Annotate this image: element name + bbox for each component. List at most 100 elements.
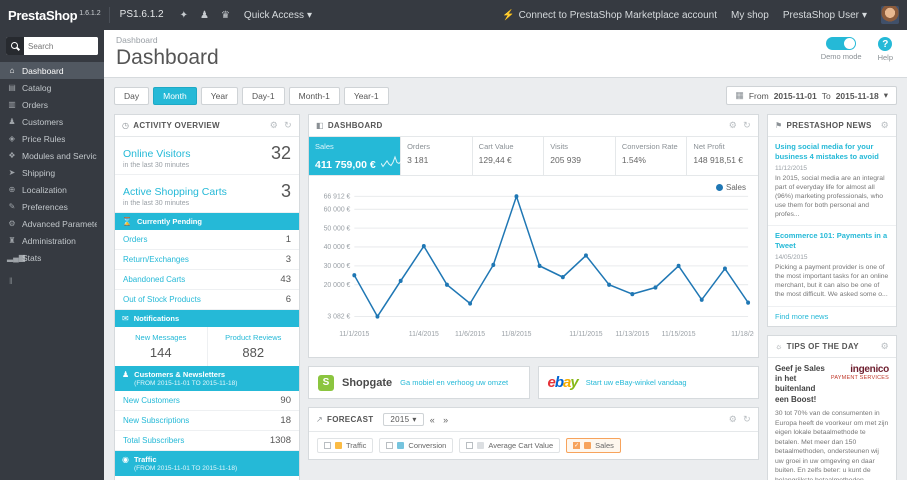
grid-icon: ◧ bbox=[316, 121, 324, 130]
toggle-switch[interactable] bbox=[826, 37, 857, 50]
ebay-letter: y bbox=[570, 374, 578, 391]
customers-row-new-customers[interactable]: New Customers 90 bbox=[115, 391, 299, 411]
checkbox-icon[interactable] bbox=[324, 442, 331, 449]
google-analytics-link[interactable]: ∞ Link to your Google Analytics account bbox=[115, 476, 299, 480]
range-button-year[interactable]: Year bbox=[200, 86, 238, 105]
kpi-label: Net Profit bbox=[693, 142, 725, 151]
shopgate-promo[interactable]: S Shopgate Ga mobiel en verhoog uw omzet bbox=[308, 366, 530, 399]
quick-access-label: Quick Access bbox=[243, 9, 304, 21]
forecast-legend-average-cart-value[interactable]: Average Cart Value bbox=[459, 438, 561, 453]
shopgate-link[interactable]: Ga mobiel en verhoog uw omzet bbox=[400, 378, 508, 387]
sidebar-item-price-rules[interactable]: ◈ Price Rules bbox=[0, 130, 104, 147]
quick-access-menu[interactable]: Quick Access ▾ bbox=[236, 10, 320, 21]
panel-settings-icon[interactable]: ⚙ bbox=[881, 341, 889, 352]
active-carts-label[interactable]: Active Shopping Carts bbox=[123, 186, 227, 198]
ingenico-logo: ingenico Payment services bbox=[831, 364, 889, 406]
range-button-year-1[interactable]: Year-1 bbox=[343, 86, 389, 105]
next-year-button[interactable]: » bbox=[441, 415, 450, 425]
kpi-conversion-rate[interactable]: Conversion Rate 1.54% bbox=[616, 137, 688, 175]
chart-legend[interactable]: Sales bbox=[715, 183, 746, 192]
legend-label: Conversion bbox=[408, 441, 447, 450]
customers-row-new-subscriptions[interactable]: New Subscriptions 18 bbox=[115, 411, 299, 431]
forecast-year-select[interactable]: 2015 ▾ bbox=[383, 413, 424, 426]
sidebar-item-stats[interactable]: ▂▄▆ Stats bbox=[0, 249, 104, 266]
pending-row-returns[interactable]: Return/Exchanges 3 bbox=[115, 250, 299, 270]
online-visitors-label[interactable]: Online Visitors bbox=[123, 148, 191, 160]
kpi-cart-value[interactable]: Cart Value 129,44 € bbox=[473, 137, 545, 175]
sidebar-item-customers[interactable]: ♟ Customers bbox=[0, 113, 104, 130]
sales-chart[interactable]: 66 912 € 60 000 € 50 000 € 40 000 € 30 000 €… bbox=[311, 182, 765, 355]
pending-row-orders[interactable]: Orders 1 bbox=[115, 230, 299, 250]
sidebar-collapse-button[interactable]: ‖ bbox=[0, 276, 104, 286]
panel-settings-icon[interactable]: ⚙ bbox=[729, 414, 737, 425]
dashboard-panel: ◧ DASHBOARD ⚙ ↻ Sales 411 759,00 € Order… bbox=[308, 114, 765, 358]
date-range-picker[interactable]: ▦ From 2015-11-01 To 2015-11-18 ▾ bbox=[726, 86, 897, 105]
sidebar-item-preferences[interactable]: ✎ Preferences bbox=[0, 198, 104, 215]
sidebar-item-modules[interactable]: ❖ Modules and Services bbox=[0, 147, 104, 164]
kpi-net-profit[interactable]: Net Profit 148 918,51 € bbox=[687, 137, 758, 175]
customer-icon[interactable]: ♟ bbox=[194, 10, 215, 21]
ebay-link[interactable]: Start uw eBay-winkel vandaag bbox=[586, 378, 687, 387]
forecast-legend-conversion[interactable]: Conversion bbox=[379, 438, 454, 453]
checkbox-icon[interactable] bbox=[386, 442, 394, 449]
new-messages-cell[interactable]: New Messages 144 bbox=[115, 327, 207, 366]
search-input[interactable] bbox=[24, 37, 98, 55]
checkbox-checked-icon[interactable]: ✓ bbox=[573, 442, 581, 449]
news-article-title[interactable]: Ecommerce 101: Payments in a Tweet bbox=[775, 231, 889, 251]
panel-settings-icon[interactable]: ⚙ bbox=[881, 120, 889, 131]
panel-refresh-icon[interactable]: ↻ bbox=[743, 414, 751, 425]
previous-year-button[interactable]: « bbox=[428, 415, 437, 425]
range-button-day-1[interactable]: Day-1 bbox=[241, 86, 285, 105]
find-more-news-link[interactable]: Find more news bbox=[768, 307, 896, 326]
sidebar-item-catalog[interactable]: ▤ Catalog bbox=[0, 79, 104, 96]
notifications-cells: New Messages 144 Product Reviews 882 bbox=[115, 327, 299, 366]
caret-down-icon: ▾ bbox=[306, 9, 312, 21]
marketplace-connect-link[interactable]: ⚡ Connect to PrestaShop Marketplace acco… bbox=[502, 10, 717, 21]
search-button[interactable] bbox=[6, 37, 24, 55]
customers-row-total-subscribers[interactable]: Total Subscribers 1308 bbox=[115, 431, 299, 451]
stats-icon: ▂▄▆ bbox=[7, 253, 25, 262]
user-menu[interactable]: PrestaShop User ▾ bbox=[783, 10, 867, 21]
pending-row-out-of-stock[interactable]: Out of Stock Products 6 bbox=[115, 290, 299, 310]
forecast-legend-sales[interactable]: ✓ Sales bbox=[566, 438, 621, 453]
sidebar-search[interactable] bbox=[6, 37, 98, 55]
kpi-orders[interactable]: Orders 3 181 bbox=[401, 137, 473, 175]
checkbox-icon[interactable] bbox=[466, 442, 474, 449]
sidebar-item-dashboard[interactable]: ⌂ Dashboard bbox=[0, 62, 104, 79]
product-reviews-cell[interactable]: Product Reviews 882 bbox=[206, 327, 300, 366]
sidebar-item-advanced-parameters[interactable]: ⚙ Advanced Parameters bbox=[0, 215, 104, 232]
news-article: Using social media for your business 4 m… bbox=[768, 137, 896, 227]
panel-refresh-icon[interactable]: ↻ bbox=[284, 120, 292, 131]
demo-mode-toggle[interactable]: Demo mode bbox=[821, 37, 862, 62]
range-button-day[interactable]: Day bbox=[114, 86, 150, 105]
sidebar-item-orders[interactable]: ▥ Orders bbox=[0, 96, 104, 113]
avatar[interactable] bbox=[881, 6, 899, 24]
active-carts-subtitle: in the last 30 minutes bbox=[123, 200, 190, 207]
forecast-legend-traffic[interactable]: Traffic bbox=[317, 438, 374, 453]
forecast-panel-title: FORECAST bbox=[327, 415, 374, 424]
panel-refresh-icon[interactable]: ↻ bbox=[743, 120, 751, 131]
sidebar-item-shipping[interactable]: ➤ Shipping bbox=[0, 164, 104, 181]
prestashop-logo[interactable]: PrestaShop 1.6.1.2 bbox=[0, 8, 109, 23]
online-visitors-metric[interactable]: Online Visitors 32 in the last 30 minute… bbox=[115, 137, 299, 175]
active-carts-metric[interactable]: Active Shopping Carts 3 in the last 30 m… bbox=[115, 175, 299, 213]
news-article-title[interactable]: Using social media for your business 4 m… bbox=[775, 142, 889, 162]
sidebar-item-administration[interactable]: ♜ Administration bbox=[0, 232, 104, 249]
bulb-icon: ☼ bbox=[775, 341, 783, 351]
range-button-month-1[interactable]: Month-1 bbox=[288, 86, 340, 105]
help-button[interactable]: ? Help bbox=[878, 37, 893, 62]
range-button-month[interactable]: Month bbox=[153, 86, 197, 105]
kpi-sales[interactable]: Sales 411 759,00 € bbox=[309, 137, 416, 175]
panel-settings-icon[interactable]: ⚙ bbox=[729, 120, 737, 131]
sidebar-item-localization[interactable]: ⊕ Localization bbox=[0, 181, 104, 198]
row-label: New Subscriptions bbox=[123, 416, 190, 425]
ebay-promo[interactable]: ebay Start uw eBay-winkel vandaag bbox=[537, 366, 759, 399]
my-shop-link[interactable]: My shop bbox=[731, 10, 769, 21]
panel-settings-icon[interactable]: ⚙ bbox=[270, 120, 278, 131]
kpi-visits[interactable]: Visits 205 939 bbox=[544, 137, 616, 175]
pending-row-abandoned-carts[interactable]: Abandoned Carts 43 bbox=[115, 270, 299, 290]
ingenico-subtitle: Payment services bbox=[830, 374, 889, 381]
cart-icon[interactable]: ✦ bbox=[174, 10, 194, 21]
trophy-icon[interactable]: ♛ bbox=[215, 10, 236, 21]
legend-label: Sales bbox=[595, 441, 614, 450]
